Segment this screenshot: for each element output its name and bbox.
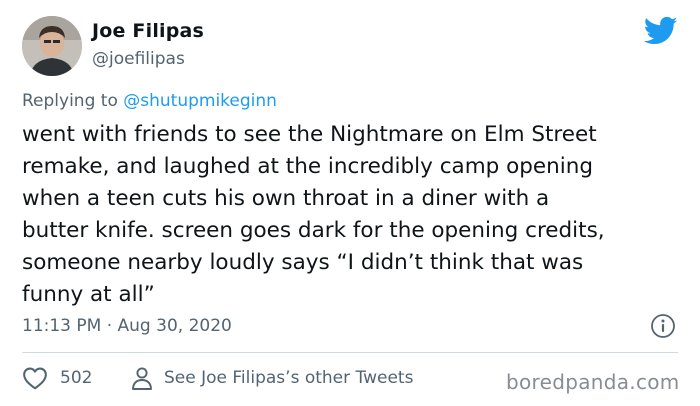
replying-to: Replying to @shutupmikeginn bbox=[22, 91, 277, 111]
info-icon[interactable] bbox=[650, 313, 676, 339]
avatar-photo bbox=[22, 16, 82, 76]
twitter-bird-icon[interactable] bbox=[644, 16, 678, 46]
author-name[interactable]: Joe Filipas bbox=[92, 20, 204, 42]
watermark: boredpanda.com bbox=[506, 370, 680, 394]
other-tweets-link[interactable]: See Joe Filipas’s other Tweets bbox=[164, 368, 413, 388]
person-icon bbox=[132, 367, 152, 390]
divider bbox=[22, 352, 678, 353]
reply-mention-link[interactable]: @shutupmikeginn bbox=[123, 91, 277, 111]
author-handle[interactable]: @joefilipas bbox=[92, 49, 185, 69]
heart-icon[interactable] bbox=[22, 366, 48, 390]
replying-to-prefix: Replying to bbox=[22, 91, 124, 111]
avatar[interactable] bbox=[22, 16, 82, 76]
tweet-timestamp[interactable]: 11:13 PM · Aug 30, 2020 bbox=[22, 316, 232, 336]
like-count[interactable]: 502 bbox=[60, 368, 92, 388]
tweet-text: went with friends to see the Nightmare o… bbox=[22, 122, 605, 307]
